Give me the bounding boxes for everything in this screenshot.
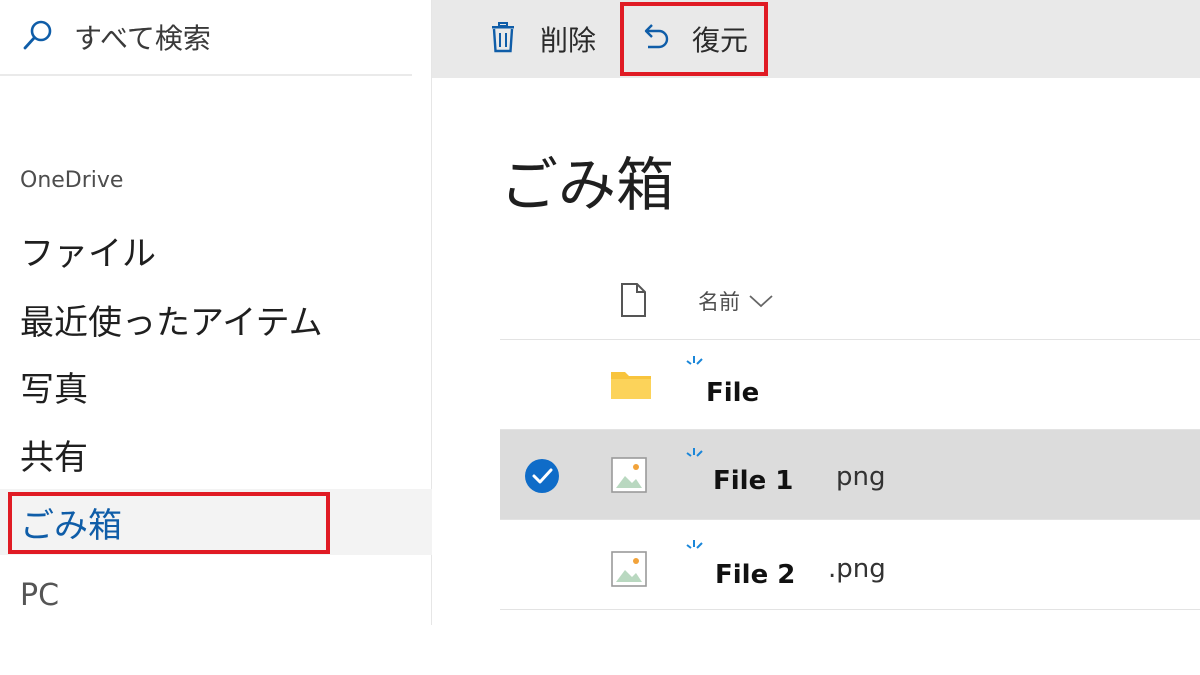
sidebar-item-pc[interactable]: PC [0, 562, 432, 628]
new-item-icon [684, 446, 706, 468]
list-header: 名前 [500, 262, 1200, 340]
sidebar-item-label: ファイル [20, 233, 156, 274]
image-file-icon [610, 550, 648, 592]
delete-label: 削除 [540, 24, 597, 57]
new-item-icon [684, 354, 706, 376]
file-type-icon [618, 282, 648, 322]
sidebar-item-label: PC [20, 577, 60, 613]
delete-button[interactable]: 削除 [486, 0, 596, 78]
file-extension: .png [828, 554, 886, 584]
sidebar-item-recycle-bin[interactable]: ごみ箱 [0, 489, 432, 555]
chevron-down-icon [749, 295, 773, 308]
command-bar: 削除 復元 [432, 0, 1200, 78]
section-label-onedrive: OneDrive [20, 168, 124, 193]
sidebar-item-files[interactable]: ファイル [0, 217, 432, 283]
page-title: ごみ箱 [500, 151, 675, 219]
sidebar-item-shared[interactable]: 共有 [0, 421, 432, 487]
sidebar-item-label: 写真 [20, 369, 88, 410]
file-name[interactable]: File [706, 378, 759, 408]
file-extension: png [836, 462, 886, 492]
list-item[interactable]: File [500, 340, 1200, 430]
undo-icon [638, 20, 672, 58]
sidebar-item-label: ごみ箱 [20, 505, 122, 546]
list-item[interactable]: File 2 .png [500, 520, 1200, 610]
sidebar-item-photos[interactable]: 写真 [0, 353, 432, 419]
image-file-icon [610, 456, 648, 498]
sidebar-item-recent[interactable]: 最近使ったアイテム [0, 286, 432, 352]
column-header-label: 名前 [698, 290, 740, 314]
file-name[interactable]: File 2 [715, 560, 795, 590]
checkmark-icon[interactable] [524, 458, 560, 498]
search-icon [20, 17, 56, 57]
restore-button[interactable]: 復元 [638, 0, 748, 78]
folder-icon [610, 368, 652, 404]
sidebar: すべて検索 OneDrive ファイル 最近使ったアイテム 写真 共有 ごみ箱 … [0, 0, 432, 625]
sidebar-item-label: 共有 [20, 437, 88, 478]
search-box[interactable]: すべて検索 [0, 0, 412, 76]
column-header-name[interactable]: 名前 [698, 286, 774, 316]
sidebar-item-label: 最近使ったアイテム [20, 302, 323, 343]
file-name[interactable]: File 1 [713, 466, 793, 496]
new-item-icon [684, 538, 706, 560]
list-item[interactable]: File 1 png [500, 430, 1200, 520]
restore-label: 復元 [692, 24, 749, 57]
search-input[interactable]: すべて検索 [74, 17, 211, 57]
trash-icon [486, 20, 520, 58]
